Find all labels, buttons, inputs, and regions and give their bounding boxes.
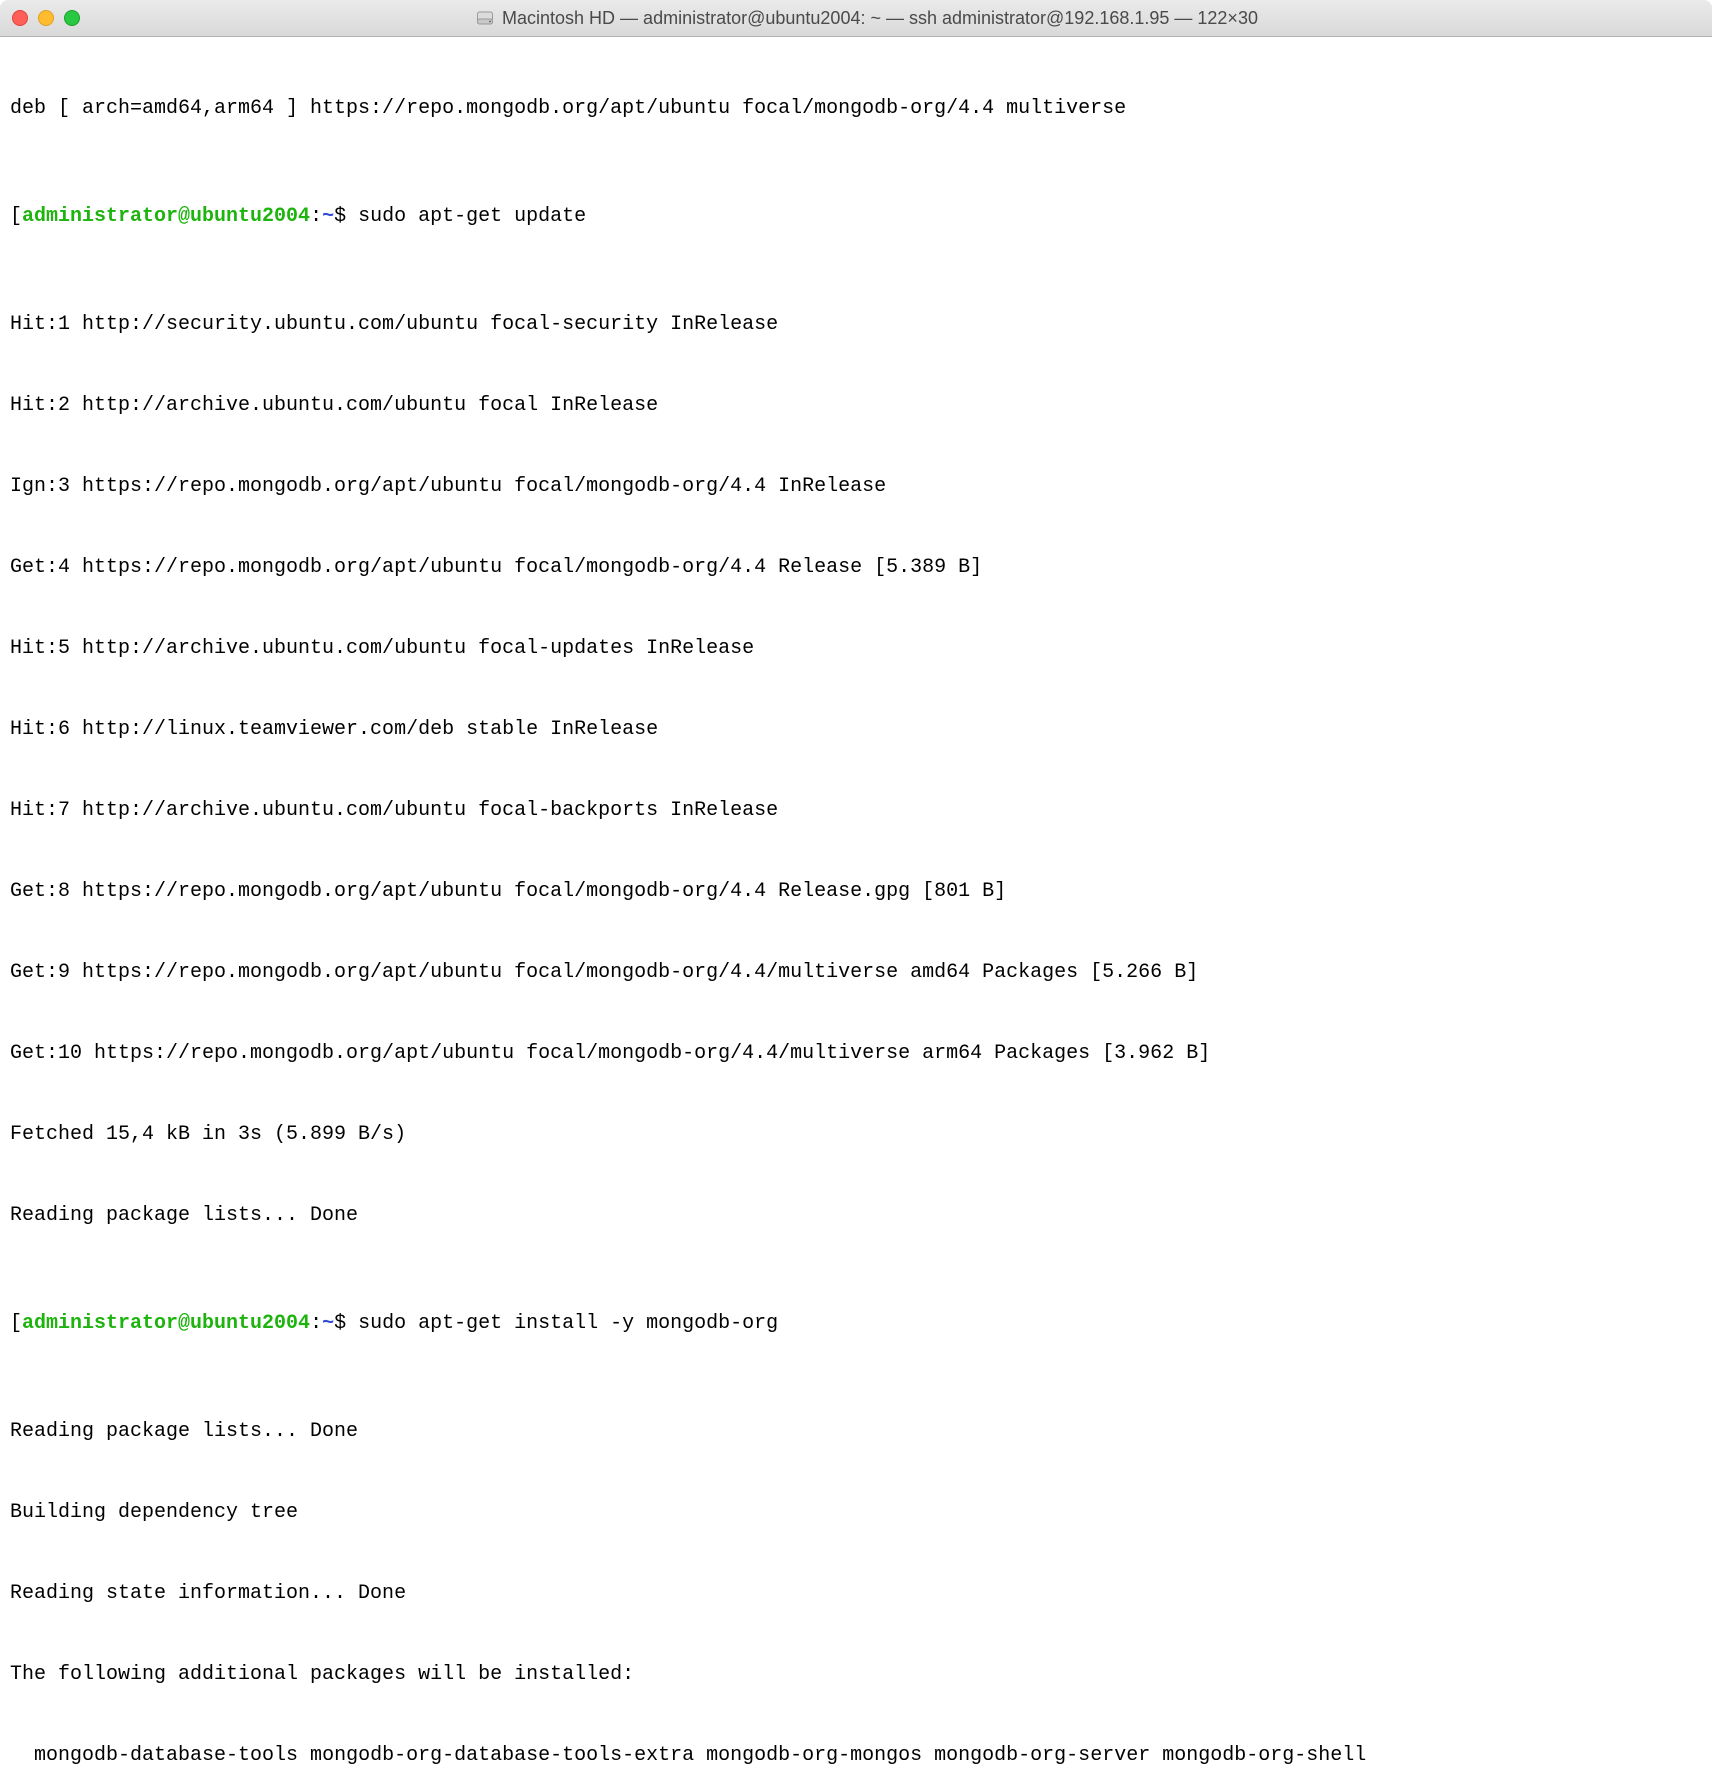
- prompt-dollar: $: [334, 205, 358, 228]
- prompt-line: [administrator@ubuntu2004:~$ sudo apt-ge…: [10, 203, 1702, 230]
- prompt-cwd: ~: [322, 1312, 334, 1335]
- output-line: The following additional packages will b…: [10, 1661, 1702, 1688]
- prompt-open-bracket: [: [10, 205, 22, 228]
- disk-icon: [476, 9, 494, 27]
- output-line: deb [ arch=amd64,arm64 ] https://repo.mo…: [10, 95, 1702, 122]
- output-line: Hit:6 http://linux.teamviewer.com/deb st…: [10, 716, 1702, 743]
- command-text: sudo apt-get install -y mongodb-org: [358, 1312, 778, 1335]
- window-title-wrap: Macintosh HD — administrator@ubuntu2004:…: [34, 5, 1700, 32]
- prompt-user-host: administrator@ubuntu2004: [22, 205, 310, 228]
- prompt-user-host: administrator@ubuntu2004: [22, 1312, 310, 1335]
- prompt-dollar: $: [334, 1312, 358, 1335]
- terminal-window: Macintosh HD — administrator@ubuntu2004:…: [0, 0, 1712, 1780]
- output-line: Get:9 https://repo.mongodb.org/apt/ubunt…: [10, 959, 1702, 986]
- output-line: Ign:3 https://repo.mongodb.org/apt/ubunt…: [10, 473, 1702, 500]
- prompt-cwd: ~: [322, 205, 334, 228]
- output-line: Fetched 15,4 kB in 3s (5.899 B/s): [10, 1121, 1702, 1148]
- titlebar[interactable]: Macintosh HD — administrator@ubuntu2004:…: [0, 0, 1712, 37]
- window-title: Macintosh HD — administrator@ubuntu2004:…: [502, 5, 1258, 32]
- output-line: Reading state information... Done: [10, 1580, 1702, 1607]
- output-line: Reading package lists... Done: [10, 1202, 1702, 1229]
- prompt-sep: :: [310, 205, 322, 228]
- output-line: Hit:7 http://archive.ubuntu.com/ubuntu f…: [10, 797, 1702, 824]
- output-line: Building dependency tree: [10, 1499, 1702, 1526]
- prompt-line: [administrator@ubuntu2004:~$ sudo apt-ge…: [10, 1310, 1702, 1337]
- close-icon[interactable]: [12, 10, 28, 26]
- output-line: Hit:1 http://security.ubuntu.com/ubuntu …: [10, 311, 1702, 338]
- output-line: Get:8 https://repo.mongodb.org/apt/ubunt…: [10, 878, 1702, 905]
- output-line: Get:4 https://repo.mongodb.org/apt/ubunt…: [10, 554, 1702, 581]
- output-line: mongodb-database-tools mongodb-org-datab…: [10, 1742, 1702, 1769]
- output-line: Get:10 https://repo.mongodb.org/apt/ubun…: [10, 1040, 1702, 1067]
- terminal-body[interactable]: deb [ arch=amd64,arm64 ] https://repo.mo…: [0, 37, 1712, 1780]
- prompt-open-bracket: [: [10, 1312, 22, 1335]
- output-line: Hit:5 http://archive.ubuntu.com/ubuntu f…: [10, 635, 1702, 662]
- output-line: Reading package lists... Done: [10, 1418, 1702, 1445]
- output-line: Hit:2 http://archive.ubuntu.com/ubuntu f…: [10, 392, 1702, 419]
- prompt-sep: :: [310, 1312, 322, 1335]
- command-text: sudo apt-get update: [358, 205, 586, 228]
